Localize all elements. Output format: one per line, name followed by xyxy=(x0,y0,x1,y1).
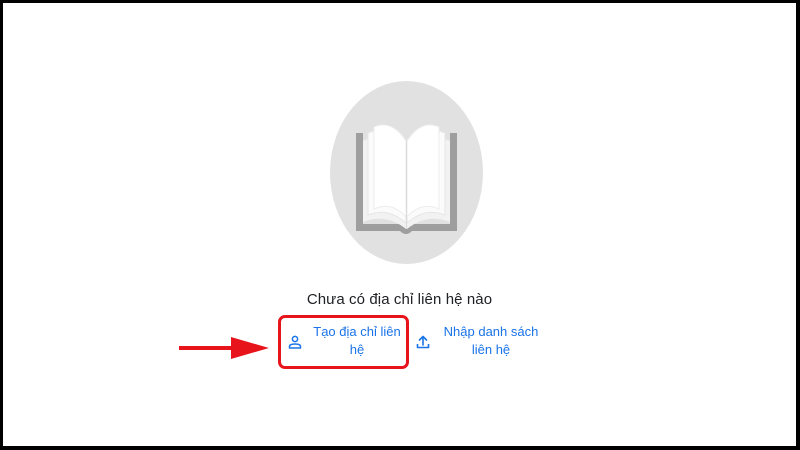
import-contacts-button[interactable]: Nhập danh sách liên hệ xyxy=(415,323,545,359)
person-icon xyxy=(288,335,302,349)
empty-state-message: Chưa có địa chỉ liên hệ nào xyxy=(306,291,493,308)
open-book-icon xyxy=(356,124,457,234)
contacts-empty-page: Chưa có địa chỉ liên hệ nào Tạo địa chỉ … xyxy=(3,3,796,446)
empty-state-illustration xyxy=(330,81,483,264)
create-contact-button[interactable]: Tạo địa chỉ liên hệ xyxy=(287,323,411,359)
arrow-right-icon xyxy=(179,337,269,359)
create-contact-label: Tạo địa chỉ liên hệ xyxy=(313,324,401,357)
upload-icon xyxy=(416,335,430,349)
import-contacts-label: Nhập danh sách liên hệ xyxy=(443,324,539,357)
